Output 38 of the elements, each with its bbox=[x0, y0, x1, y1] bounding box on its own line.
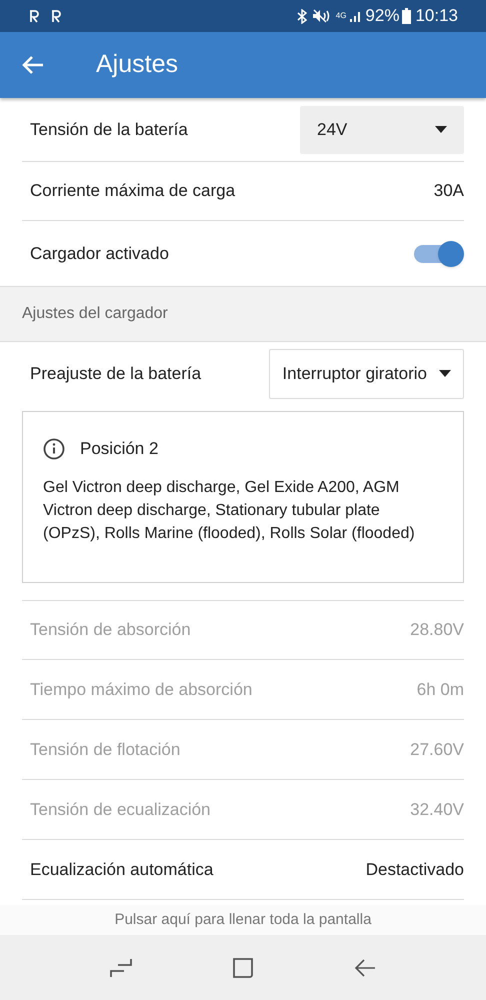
setting-label: Preajuste de la batería bbox=[30, 362, 202, 385]
setting-value: 28.80V bbox=[410, 619, 464, 642]
setting-label: Tensión de la batería bbox=[30, 118, 188, 141]
setting-label: Corriente máxima de carga bbox=[30, 180, 236, 202]
back-arrow-icon bbox=[22, 56, 44, 74]
info-title: Posición 2 bbox=[80, 438, 158, 460]
recent-apps-icon bbox=[110, 958, 132, 978]
bluetooth-icon bbox=[296, 8, 307, 24]
setting-value: 6h 0m bbox=[416, 678, 464, 701]
dropdown-caret-icon bbox=[435, 126, 447, 133]
setting-value: Destactivado bbox=[366, 858, 464, 881]
setting-label: Tensión de ecualización bbox=[30, 798, 211, 821]
app-notification-icon bbox=[28, 10, 40, 22]
setting-label: Cargador activado bbox=[30, 242, 169, 265]
mute-icon bbox=[312, 9, 330, 23]
voltage-dropdown[interactable]: 24V bbox=[300, 106, 464, 154]
section-header: Ajustes del cargador bbox=[22, 304, 168, 324]
setting-value: 32.40V bbox=[410, 798, 464, 821]
screen-title: Ajustes bbox=[96, 49, 178, 80]
preset-dropdown[interactable]: Interruptor giratorio bbox=[269, 348, 464, 398]
battery-percentage: 92% bbox=[365, 5, 400, 28]
signal-icon bbox=[349, 10, 362, 22]
setting-value: 27.60V bbox=[410, 738, 464, 761]
info-text: Gel Victron deep discharge, Gel Exide A200, AGM Victron deep discharge, Stationary tubular plate (OPzS), Rolls Marine (flooded), Rolls Solar (flooded) bbox=[43, 478, 416, 544]
setting-value: 30A bbox=[434, 180, 464, 202]
back-icon bbox=[354, 958, 376, 978]
setting-label: Tensión de flotación bbox=[30, 738, 180, 761]
network-type-label: 4G bbox=[336, 12, 346, 20]
app-notification-icon bbox=[50, 10, 62, 22]
setting-label: Tiempo máximo de absorción bbox=[30, 678, 252, 701]
setting-label: Ecualización automática bbox=[30, 858, 214, 881]
charger-toggle[interactable] bbox=[412, 240, 464, 266]
clock-time: 10:13 bbox=[415, 5, 458, 28]
home-icon bbox=[232, 956, 254, 978]
info-icon bbox=[43, 438, 65, 460]
setting-label: Tensión de absorción bbox=[30, 619, 191, 642]
battery-icon bbox=[402, 8, 412, 24]
dropdown-caret-icon bbox=[439, 370, 451, 377]
